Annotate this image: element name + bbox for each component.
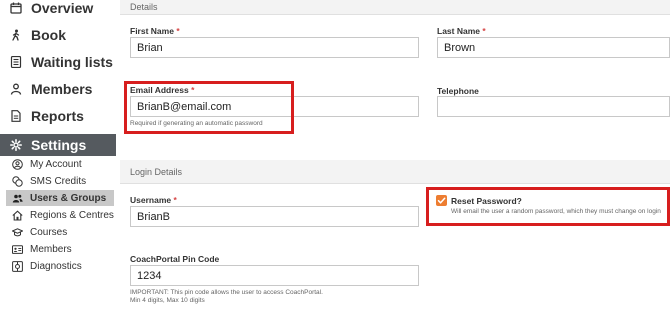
email-highlight-box (124, 81, 294, 134)
main-content: Details First Name * Brian Last Name * B… (120, 0, 670, 311)
details-heading: Details (120, 0, 670, 15)
calendar-icon (10, 2, 22, 14)
telephone-field[interactable] (437, 96, 670, 117)
sidebar-subitem-label: Diagnostics (30, 260, 82, 272)
sidebar-item-waiting-lists[interactable]: Waiting lists (0, 54, 116, 70)
address-card-icon (12, 244, 23, 255)
sidebar-subitem-label: Regions & Centres (30, 209, 114, 221)
sidebar-item-label: Book (31, 27, 66, 43)
document-icon (10, 110, 22, 122)
pin-code-help-text: IMPORTANT: This pin code allows the user… (130, 289, 323, 296)
first-name-label: First Name * (130, 26, 180, 36)
pin-code-limits-text: Min 4 digits, Max 10 digits (130, 297, 205, 304)
sidebar-subitem-sms-credits[interactable]: SMS Credits (6, 173, 114, 189)
person-walking-icon (10, 29, 22, 41)
sidebar-item-settings[interactable]: Settings (0, 134, 116, 156)
coins-icon (12, 175, 23, 187)
sidebar-item-label: Overview (31, 0, 94, 16)
reset-password-highlight-box (426, 187, 670, 226)
login-details-heading: Login Details (120, 160, 670, 184)
sidebar-subitem-label: My Account (30, 158, 82, 170)
gear-icon (10, 139, 22, 151)
sidebar-subitem-label: Users & Groups (30, 192, 107, 204)
sidebar-subitem-label: SMS Credits (30, 175, 87, 187)
diagnostics-icon (12, 260, 23, 272)
sidebar-subitem-courses[interactable]: Courses (6, 224, 114, 240)
last-name-label: Last Name * (437, 26, 486, 36)
person-icon (10, 83, 22, 95)
required-marker: * (176, 26, 180, 36)
list-icon (10, 56, 22, 68)
sidebar-item-reports[interactable]: Reports (0, 108, 116, 124)
sidebar-item-label: Settings (31, 137, 87, 153)
telephone-label: Telephone (437, 86, 479, 96)
sidebar-item-overview[interactable]: Overview (0, 0, 116, 16)
sidebar-subitem-diagnostics[interactable]: Diagnostics (6, 258, 114, 274)
sidebar-item-label: Reports (31, 108, 84, 124)
graduation-cap-icon (12, 227, 23, 238)
pin-code-label: CoachPortal Pin Code (130, 254, 220, 264)
sidebar: Overview Book Waiting lists Members Repo… (0, 0, 116, 311)
sidebar-subitem-users-groups[interactable]: Users & Groups (6, 190, 114, 206)
sidebar-subitem-label: Members (30, 243, 72, 255)
sidebar-item-label: Members (31, 81, 93, 97)
sidebar-subitem-label: Courses (30, 226, 68, 238)
required-marker: * (482, 26, 486, 36)
sidebar-subitem-members[interactable]: Members (6, 241, 114, 257)
first-name-field[interactable]: Brian (130, 37, 419, 58)
last-name-field[interactable]: Brown (437, 37, 670, 58)
home-icon (12, 209, 23, 221)
sidebar-subitem-regions-centres[interactable]: Regions & Centres (6, 207, 114, 223)
required-marker: * (173, 195, 177, 205)
username-field[interactable]: BrianB (130, 206, 419, 227)
sidebar-item-book[interactable]: Book (0, 27, 116, 43)
pin-code-field[interactable]: 1234 (130, 265, 419, 286)
username-label: Username * (130, 195, 177, 205)
sidebar-item-label: Waiting lists (31, 54, 113, 70)
sidebar-subitem-my-account[interactable]: My Account (6, 156, 114, 172)
sidebar-item-members[interactable]: Members (0, 81, 116, 97)
users-icon (12, 193, 23, 204)
user-circle-icon (12, 158, 23, 170)
